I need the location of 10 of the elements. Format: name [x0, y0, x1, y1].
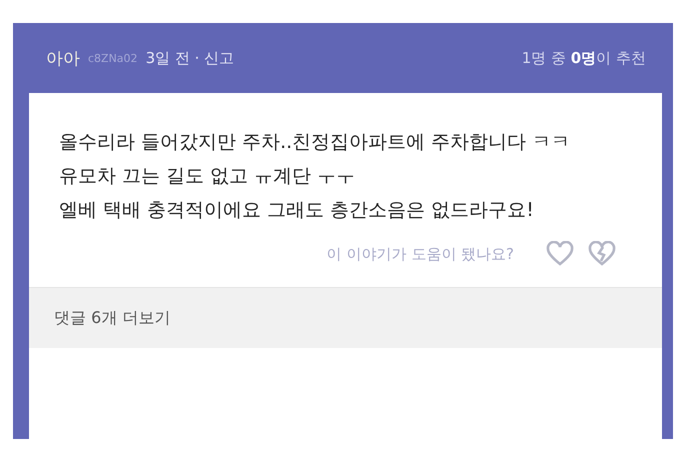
recommend-count: 1명 중 0명이 추천 [522, 48, 646, 68]
user-id: c8ZNa02 [88, 52, 138, 64]
helpful-question: 이 이야기가 도움이 됐나요? [326, 244, 514, 264]
heart-icon[interactable] [546, 241, 574, 267]
author-name: 아아 [46, 48, 80, 70]
broken-heart-icon[interactable] [588, 241, 616, 267]
more-comments-link[interactable]: 댓글 6개 더보기 [54, 308, 170, 328]
post-text: 올수리라 들어갔지만 주차..친정집아파트에 주차합니다 ㅋㅋ 유모차 끄는 길도 없고 ㅠ계단 ㅜㅜ 엘베 택배 충격적이에요 그래도 층간소음은 없드라구요! [59, 130, 572, 223]
post-meta: 3일 전 · 신고 [146, 48, 234, 68]
comments-bar[interactable]: 댓글 6개 더보기 [29, 287, 662, 348]
